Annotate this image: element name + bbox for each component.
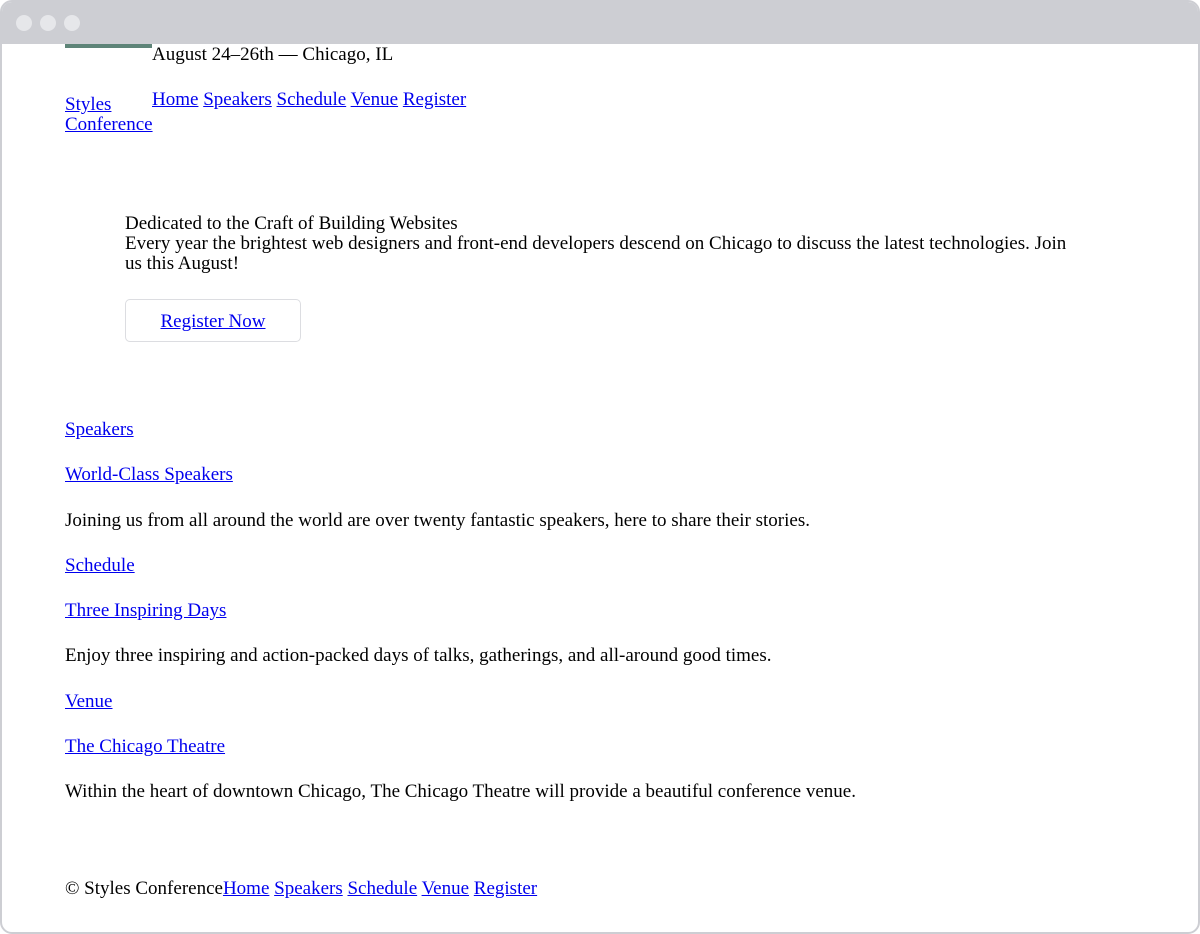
section-text-schedule: Enjoy three inspiring and action-packed … <box>65 645 772 667</box>
section-label-schedule[interactable]: Schedule <box>65 555 135 576</box>
section-heading-schedule[interactable]: Three Inspiring Days <box>65 600 226 621</box>
window-close-button[interactable] <box>16 15 32 31</box>
section-text-speakers: Joining us from all around the world are… <box>65 509 810 531</box>
nav-speakers[interactable]: Speakers <box>203 89 272 110</box>
section-label-speakers[interactable]: Speakers <box>65 419 134 440</box>
logo-line-2: Conference <box>65 114 153 135</box>
logo-line-1: Styles <box>65 94 112 115</box>
nav-schedule[interactable]: Schedule <box>277 89 347 110</box>
window-minimize-button[interactable] <box>40 15 56 31</box>
event-tagline: August 24–26th — Chicago, IL <box>152 44 394 65</box>
section-label-venue[interactable]: Venue <box>65 691 112 712</box>
nav-venue[interactable]: Venue <box>351 89 398 110</box>
nav-home[interactable]: Home <box>152 89 198 110</box>
register-now-button[interactable]: Register Now <box>125 299 301 342</box>
teaser-sections: Speakers World-Class Speakers Joining us… <box>65 419 1065 827</box>
hero-title: Dedicated to the Craft of Building Websi… <box>125 213 458 234</box>
footer-nav-schedule[interactable]: Schedule <box>347 878 417 899</box>
nav-register[interactable]: Register <box>403 89 466 110</box>
footer-copyright: © Styles Conference <box>65 878 223 899</box>
window-titlebar <box>2 2 1198 44</box>
browser-window: Styles Conference August 24–26th — Chica… <box>0 0 1200 934</box>
footer-nav-home[interactable]: Home <box>223 878 269 899</box>
footer-nav-register[interactable]: Register <box>474 878 537 899</box>
footer-nav-speakers[interactable]: Speakers <box>274 878 343 899</box>
hero-section: Dedicated to the Craft of Building Websi… <box>125 214 1085 342</box>
section-heading-venue[interactable]: The Chicago Theatre <box>65 736 225 757</box>
section-text-venue: Within the heart of downtown Chicago, Th… <box>65 781 856 803</box>
footer-nav-venue[interactable]: Venue <box>422 878 469 899</box>
site-footer: © Styles ConferenceHome Speakers Schedul… <box>65 878 537 900</box>
section-heading-speakers[interactable]: World-Class Speakers <box>65 464 233 485</box>
logo-accent-bar <box>65 44 152 48</box>
window-maximize-button[interactable] <box>64 15 80 31</box>
logo-link[interactable]: Styles Conference <box>65 95 155 135</box>
hero-text: Every year the brightest web designers a… <box>125 233 1067 274</box>
primary-nav: Home Speakers Schedule Venue Register <box>152 89 466 111</box>
